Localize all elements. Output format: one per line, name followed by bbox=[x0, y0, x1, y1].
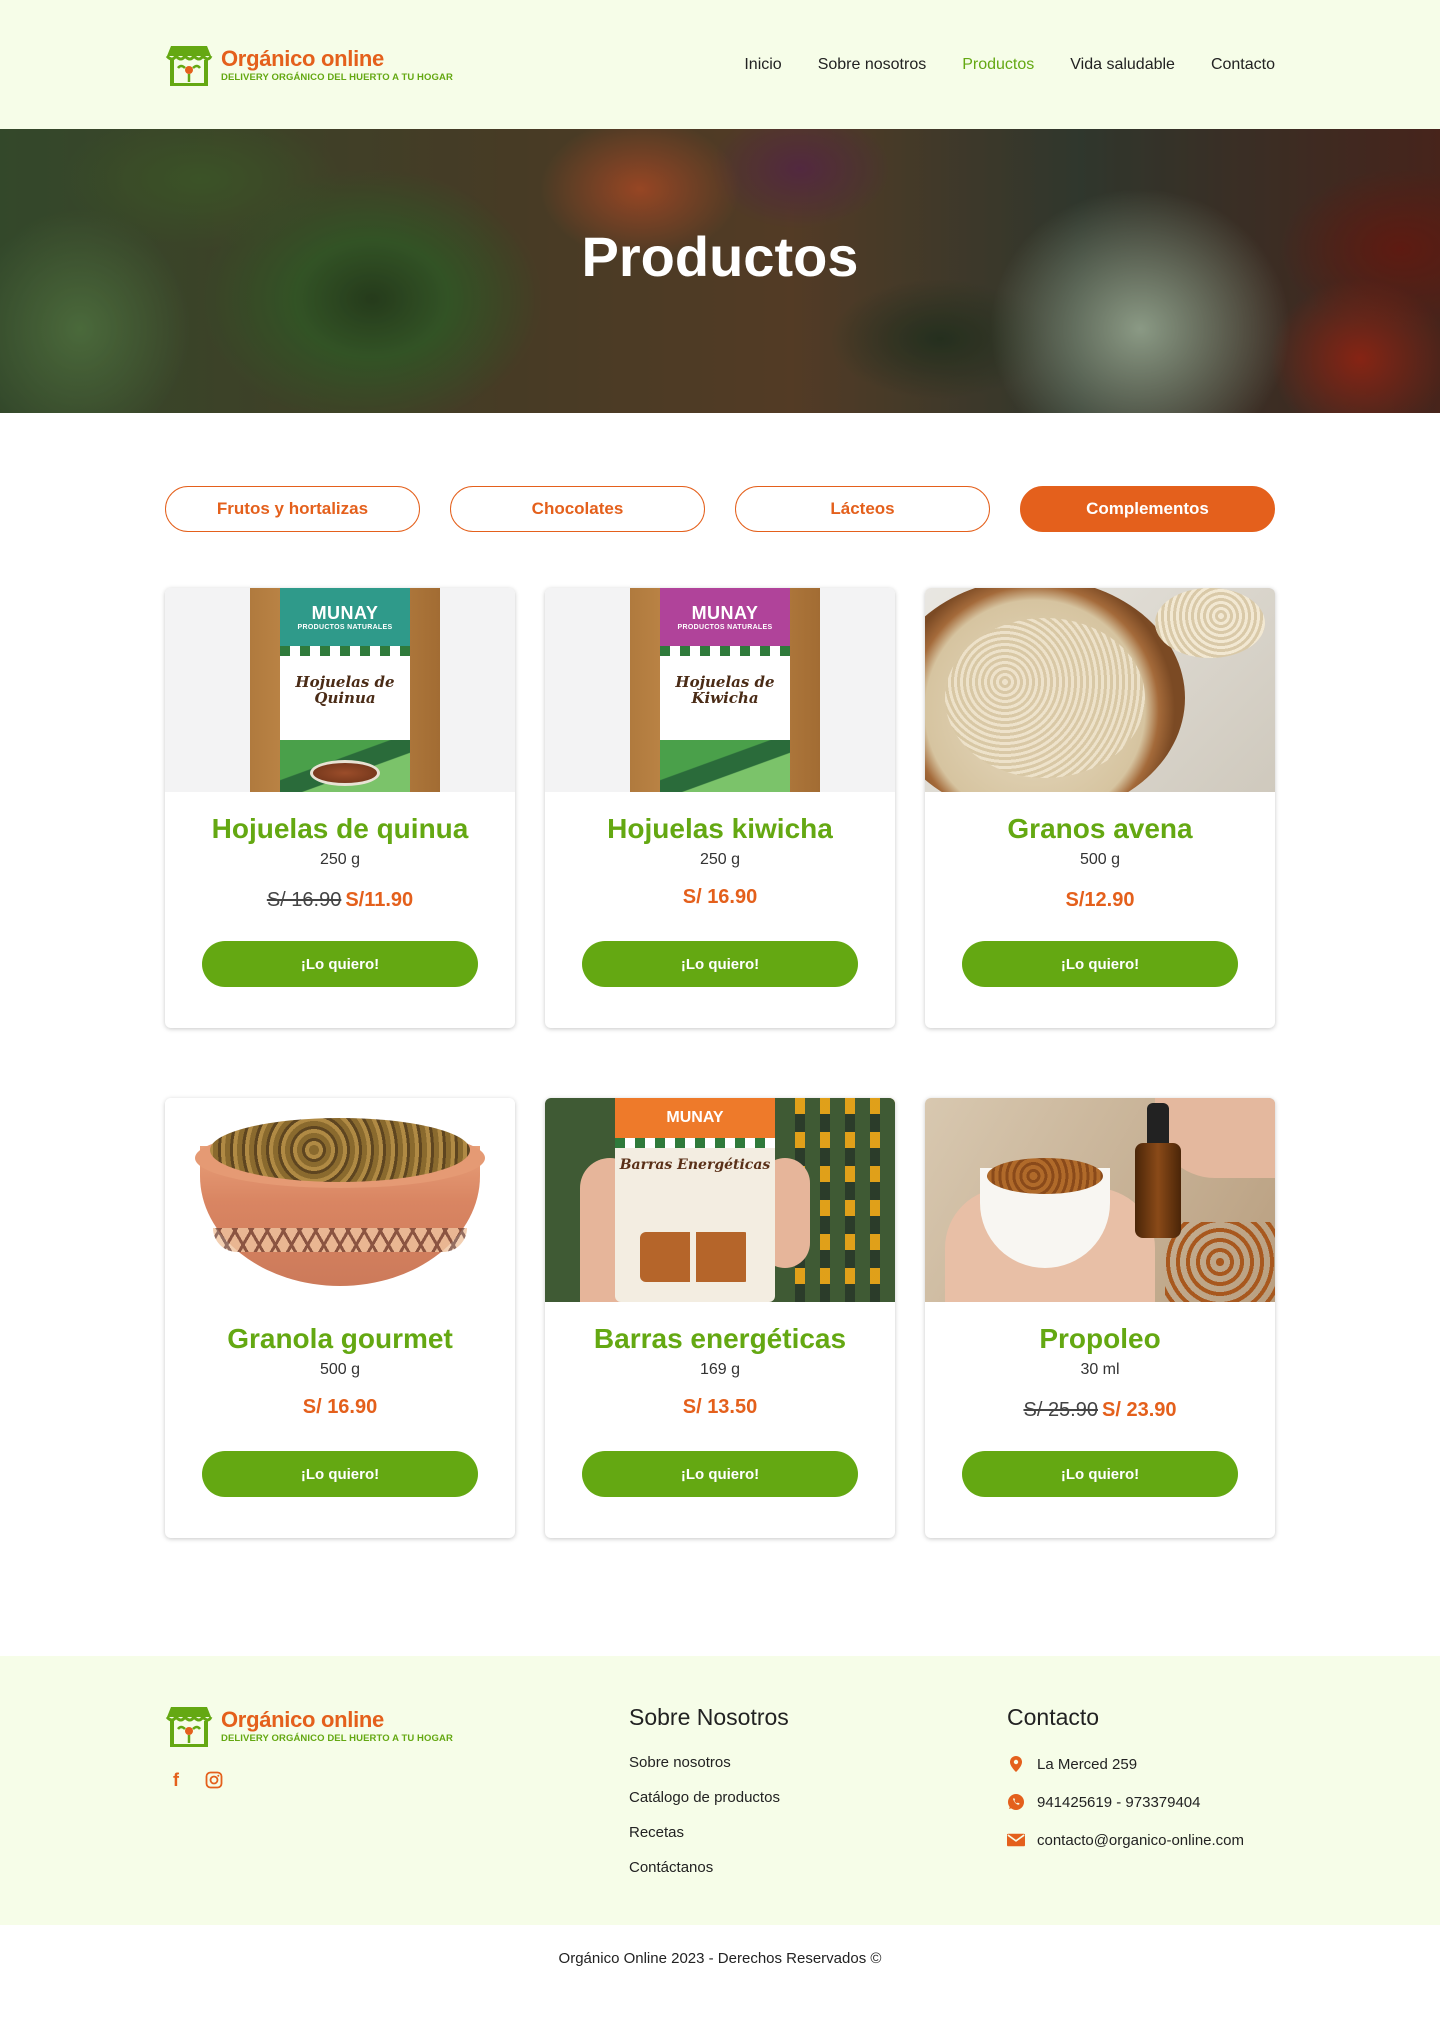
pouch-brand: MUNAY bbox=[311, 603, 379, 623]
products-section: Frutos y hortalizas Chocolates Lácteos C… bbox=[165, 486, 1275, 1538]
product-current-price: S/ 16.90 bbox=[682, 886, 758, 908]
contact-email: contacto@organico-online.com bbox=[1007, 1821, 1275, 1859]
footer-contact: Contacto La Merced 259 941425619 - 97337… bbox=[1007, 1703, 1275, 1885]
product-quantity: 500 g bbox=[1079, 851, 1121, 868]
nav-productos[interactable]: Productos bbox=[962, 56, 1034, 74]
product-name: Hojuelas kiwicha bbox=[607, 813, 833, 844]
hero-banner: Productos bbox=[0, 129, 1440, 413]
product-current-price: S/11.90 bbox=[345, 889, 414, 911]
product-current-price: S/12.90 bbox=[1065, 889, 1135, 911]
pouch-brand: MUNAY bbox=[691, 603, 759, 623]
contact-phone: 941425619 - 973379404 bbox=[1007, 1783, 1275, 1821]
product-card: MUNAY PRODUCTOS NATURALES Hojuelas de Qu… bbox=[165, 588, 515, 1028]
tab-frutos-hortalizas[interactable]: Frutos y hortalizas bbox=[165, 486, 420, 532]
nav-inicio[interactable]: Inicio bbox=[744, 56, 781, 74]
product-price: S/ 25.90 S/ 23.90 bbox=[925, 1399, 1275, 1425]
product-card: MUNAY Barras Energéticas Barras energéti… bbox=[545, 1098, 895, 1538]
envelope-icon bbox=[1007, 1831, 1025, 1849]
whatsapp-icon bbox=[1007, 1793, 1025, 1811]
site-logo[interactable]: Orgánico online DELIVERY ORGÁNICO DEL HU… bbox=[165, 42, 453, 88]
tab-chocolates[interactable]: Chocolates bbox=[450, 486, 705, 532]
buy-button[interactable]: ¡Lo quiero! bbox=[582, 1451, 858, 1497]
product-card: MUNAY PRODUCTOS NATURALES Hojuelas de Ki… bbox=[545, 588, 895, 1028]
instagram-icon[interactable] bbox=[205, 1771, 223, 1789]
social-links: f bbox=[165, 1770, 629, 1790]
contact-email-text[interactable]: contacto@organico-online.com bbox=[1037, 1832, 1244, 1849]
pouch-product-name: Hojuelas de Kiwicha bbox=[675, 673, 775, 707]
product-quantity: 500 g bbox=[319, 1361, 361, 1378]
footer-link-catalogo[interactable]: Catálogo de productos bbox=[629, 1780, 1007, 1815]
product-price: S/12.90 bbox=[925, 889, 1275, 915]
product-image-avena[interactable] bbox=[925, 588, 1275, 792]
logo-name: Orgánico online bbox=[221, 45, 384, 71]
nav-vida-saludable[interactable]: Vida saludable bbox=[1070, 56, 1175, 74]
product-price: S/ 16.90 bbox=[545, 886, 895, 912]
pouch-subtitle: PRODUCTOS NATURALES bbox=[677, 624, 773, 631]
tab-lacteos[interactable]: Lácteos bbox=[735, 486, 990, 532]
product-price: S/ 16.90 bbox=[165, 1396, 515, 1422]
site-header: Orgánico online DELIVERY ORGÁNICO DEL HU… bbox=[0, 0, 1440, 129]
pouch-brand: MUNAY bbox=[615, 1098, 775, 1138]
product-name: Barras energéticas bbox=[593, 1323, 847, 1354]
main-nav: Inicio Sobre nosotros Productos Vida sal… bbox=[744, 56, 1275, 74]
category-tabs: Frutos y hortalizas Chocolates Lácteos C… bbox=[165, 486, 1275, 532]
storefront-logo-icon bbox=[165, 45, 213, 86]
facebook-icon[interactable]: f bbox=[167, 1770, 185, 1790]
storefront-logo-icon bbox=[165, 1707, 213, 1747]
product-card: Granola gourmet 500 g S/ 16.90 ¡Lo quier… bbox=[165, 1098, 515, 1538]
pouch-product-name: Barras Energéticas bbox=[619, 1157, 771, 1173]
nav-sobre-nosotros[interactable]: Sobre nosotros bbox=[818, 56, 927, 74]
footer-logo[interactable]: Orgánico online DELIVERY ORGÁNICO DEL HU… bbox=[165, 1703, 629, 1749]
product-name: Propoleo bbox=[1039, 1323, 1161, 1354]
contact-phone-text: 941425619 - 973379404 bbox=[1037, 1793, 1201, 1811]
product-name: Granola gourmet bbox=[227, 1323, 453, 1354]
footer-contact-title: Contacto bbox=[1007, 1704, 1100, 1730]
product-price: S/ 16.90 S/11.90 bbox=[165, 889, 515, 915]
product-quantity: 169 g bbox=[699, 1361, 741, 1378]
product-image-barras[interactable]: MUNAY Barras Energéticas bbox=[545, 1098, 895, 1302]
product-card: Propoleo 30 ml S/ 25.90 S/ 23.90 ¡Lo quie… bbox=[925, 1098, 1275, 1538]
buy-button[interactable]: ¡Lo quiero! bbox=[202, 941, 478, 987]
buy-button[interactable]: ¡Lo quiero! bbox=[962, 1451, 1238, 1497]
footer-about-title: Sobre Nosotros bbox=[629, 1704, 789, 1730]
contact-address: La Merced 259 bbox=[1007, 1745, 1275, 1783]
tab-complementos[interactable]: Complementos bbox=[1020, 486, 1275, 532]
product-current-price: S/ 13.50 bbox=[682, 1396, 758, 1418]
nav-contacto[interactable]: Contacto bbox=[1211, 56, 1275, 74]
product-quantity: 250 g bbox=[699, 851, 741, 868]
product-image-propoleo[interactable] bbox=[925, 1098, 1275, 1302]
footer-link-sobre-nosotros[interactable]: Sobre nosotros bbox=[629, 1745, 1007, 1780]
product-image-kiwicha[interactable]: MUNAY PRODUCTOS NATURALES Hojuelas de Ki… bbox=[545, 588, 895, 792]
footer-link-recetas[interactable]: Recetas bbox=[629, 1815, 1007, 1850]
product-card: Granos avena 500 g S/12.90 ¡Lo quiero! bbox=[925, 588, 1275, 1028]
product-name: Hojuelas de quinua bbox=[211, 813, 469, 844]
product-current-price: S/ 23.90 bbox=[1102, 1399, 1177, 1421]
logo-tagline: DELIVERY ORGÁNICO DEL HUERTO A TU HOGAR bbox=[221, 71, 453, 83]
pouch-subtitle: PRODUCTOS NATURALES bbox=[297, 624, 393, 631]
location-pin-icon bbox=[1007, 1755, 1025, 1773]
product-image-granola[interactable] bbox=[165, 1098, 515, 1302]
product-name: Granos avena bbox=[1007, 813, 1193, 844]
product-price: S/ 13.50 bbox=[545, 1396, 895, 1422]
buy-button[interactable]: ¡Lo quiero! bbox=[202, 1451, 478, 1497]
copyright-notice: Orgánico Online 2023 - Derechos Reservad… bbox=[558, 1949, 882, 1967]
logo-name: Orgánico online bbox=[221, 1707, 384, 1732]
product-old-price: S/ 16.90 bbox=[266, 889, 342, 911]
buy-button[interactable]: ¡Lo quiero! bbox=[582, 941, 858, 987]
page-title: Productos bbox=[581, 224, 859, 288]
product-quantity: 250 g bbox=[319, 851, 361, 868]
product-grid: MUNAY PRODUCTOS NATURALES Hojuelas de Qu… bbox=[165, 588, 1275, 1538]
site-footer: Orgánico online DELIVERY ORGÁNICO DEL HU… bbox=[0, 1656, 1440, 1925]
pouch-product-name: Hojuelas de Quinua bbox=[295, 673, 395, 707]
product-image-quinua[interactable]: MUNAY PRODUCTOS NATURALES Hojuelas de Qu… bbox=[165, 588, 515, 792]
product-quantity: 30 ml bbox=[1080, 1361, 1120, 1378]
footer-about: Sobre Nosotros Sobre nosotros Catálogo d… bbox=[629, 1703, 1007, 1885]
footer-link-contactanos[interactable]: Contáctanos bbox=[629, 1850, 1007, 1885]
logo-tagline: DELIVERY ORGÁNICO DEL HUERTO A TU HOGAR bbox=[221, 1733, 453, 1744]
buy-button[interactable]: ¡Lo quiero! bbox=[962, 941, 1238, 987]
contact-address-text: La Merced 259 bbox=[1037, 1755, 1138, 1773]
product-old-price: S/ 25.90 bbox=[1023, 1399, 1098, 1421]
product-current-price: S/ 16.90 bbox=[302, 1396, 378, 1418]
